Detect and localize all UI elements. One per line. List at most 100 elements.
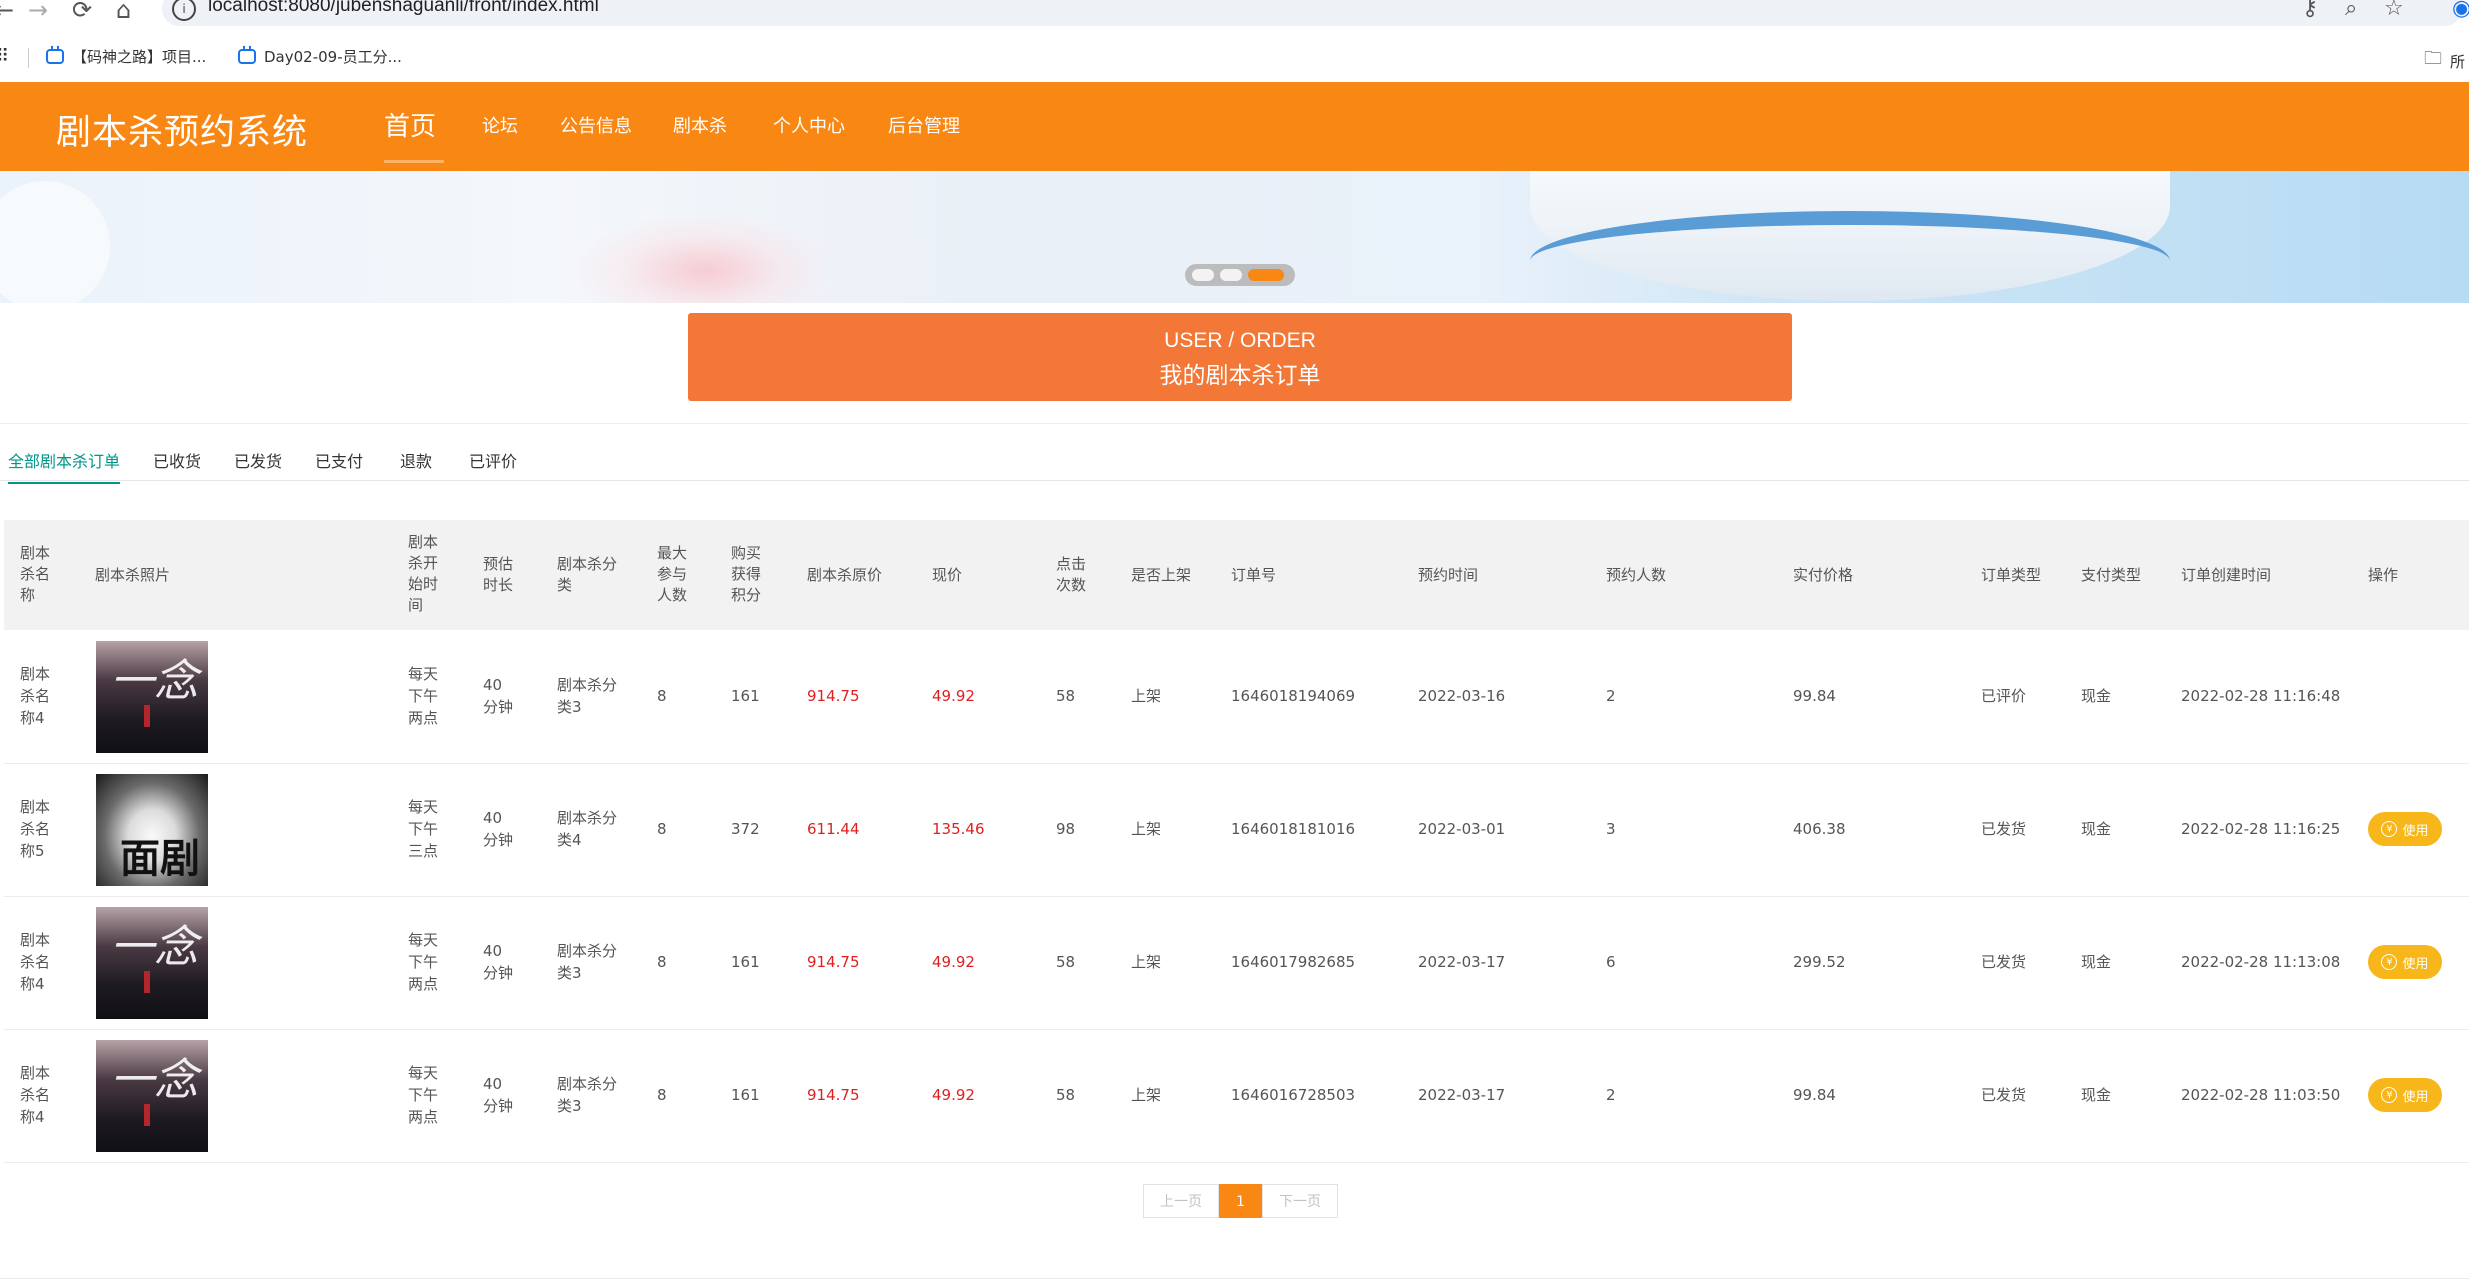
bookmark-1-label: 【码神之路】项目... (72, 48, 207, 66)
page-1-button[interactable]: 1 (1219, 1184, 1262, 1218)
zoom-icon[interactable]: ⌕ (2345, 0, 2357, 21)
carousel-indicators (1185, 264, 1295, 286)
cell-duration: 40分钟 (483, 942, 514, 982)
prev-page-button[interactable]: 上一页 (1143, 1184, 1219, 1218)
bookmark-2-label: Day02-09-员工分... (264, 48, 402, 66)
cell-order-no: 1646016728503 (1231, 1086, 1356, 1104)
bookmark-1[interactable]: 【码神之路】项目... (46, 46, 206, 67)
script-poster-image: 一念 (96, 907, 208, 1019)
bookmarks-bar: ⠿ 【码神之路】项目... Day02-09-员工分... 🗀 所 (0, 40, 2469, 76)
use-button[interactable]: ¥ 使用 (2368, 1078, 2442, 1112)
reload-icon[interactable]: ⟳ (72, 0, 92, 24)
browser-toolbar: ← → ⟳ ⌂ i localhost:8080/jubenshaguanli/… (0, 0, 2469, 31)
cell-reserve-time: 2022-03-17 (1418, 1086, 1506, 1104)
th-actions: 操作 (2368, 566, 2399, 584)
nav-personal-center[interactable]: 个人中心 (773, 112, 845, 138)
cell-start-time: 每天下午两点 (408, 665, 439, 727)
cell-paid: 406.38 (1793, 820, 1846, 838)
yen-icon: ¥ (2381, 1087, 2398, 1103)
back-arrow-icon[interactable]: ← (0, 0, 14, 24)
th-paid: 实付价格 (1793, 566, 1854, 584)
cell-name: 剧本杀名称4 (20, 1064, 51, 1126)
forward-arrow-icon[interactable]: → (28, 0, 48, 24)
th-created: 订单创建时间 (2181, 566, 2272, 584)
apps-grid-icon[interactable]: ⠿ (0, 46, 9, 67)
bookmark-folder[interactable]: 🗀 所 (2424, 46, 2465, 76)
home-icon[interactable]: ⌂ (116, 0, 131, 24)
th-clicks: 点击次数 (1056, 555, 1087, 594)
cell-duration: 40分钟 (483, 809, 514, 849)
nav-forum[interactable]: 论坛 (482, 112, 518, 138)
cell-created: 2022-02-28 11:13:08 (2181, 953, 2341, 971)
cell-pay-type: 现金 (2081, 820, 2112, 838)
carousel-dot-2[interactable] (1220, 269, 1242, 281)
th-order-type: 订单类型 (1981, 566, 2042, 584)
site-brand[interactable]: 剧本杀预约系统 (56, 104, 308, 155)
tab-shipped[interactable]: 已发货 (234, 448, 282, 482)
cell-created: 2022-02-28 11:03:50 (2181, 1086, 2341, 1104)
th-photo: 剧本杀照片 (95, 566, 171, 584)
use-button[interactable]: ¥ 使用 (2368, 812, 2442, 846)
cell-name: 剧本杀名称5 (20, 798, 51, 860)
tab-all-orders[interactable]: 全部剧本杀订单 (8, 448, 121, 484)
th-name: 剧本杀名称 (20, 544, 51, 604)
poster-seal (144, 1104, 150, 1126)
table-header: 剧本杀名称 剧本杀照片 剧本杀开始时间 预估时长 剧本杀分类 最大参与人数 购买… (4, 520, 2469, 630)
tab-paid[interactable]: 已支付 (315, 448, 363, 482)
cell-duration: 40分钟 (483, 676, 514, 716)
nav-admin[interactable]: 后台管理 (888, 112, 960, 138)
bookmark-folder-label: 所 (2450, 52, 2466, 71)
cell-orig-price: 914.75 (807, 687, 860, 705)
password-key-icon[interactable]: ⚷ (2302, 0, 2318, 21)
bookmark-2[interactable]: Day02-09-员工分... (238, 46, 402, 67)
cell-start-time: 每天下午两点 (408, 931, 439, 993)
th-pay-type: 支付类型 (2081, 566, 2142, 584)
cell-clicks: 58 (1056, 1086, 1076, 1104)
th-on-shelf: 是否上架 (1131, 566, 1192, 584)
order-tabs: 全部剧本杀订单 已收货 已发货 已支付 退款 已评价 (0, 440, 2469, 484)
poster-glyph: 一念 (110, 922, 198, 973)
cell-price: 49.92 (932, 953, 975, 971)
cell-reserve-time: 2022-03-17 (1418, 953, 1506, 971)
carousel-dot-1[interactable] (1192, 269, 1214, 281)
cell-category: 剧本杀分类3 (557, 1075, 618, 1115)
cell-points: 161 (731, 1086, 760, 1104)
nav-home[interactable]: 首页 (384, 106, 436, 143)
tab-received[interactable]: 已收货 (153, 448, 201, 482)
cell-points: 161 (731, 953, 760, 971)
use-button[interactable]: ¥ 使用 (2368, 945, 2442, 979)
bookmark-star-icon[interactable]: ☆ (2384, 0, 2404, 21)
script-poster-image: 一念 (96, 641, 208, 753)
poster-glyph: 一念 (110, 656, 198, 707)
cell-max-people: 8 (657, 820, 667, 838)
th-orig-price: 剧本杀原价 (807, 566, 883, 584)
cell-created: 2022-02-28 11:16:25 (2181, 820, 2341, 838)
nav-scripts[interactable]: 剧本杀 (673, 112, 727, 138)
profile-icon[interactable]: ◉ (2452, 0, 2469, 21)
cell-order-type: 已发货 (1981, 820, 2027, 838)
cell-people: 3 (1606, 820, 1616, 838)
url-text[interactable]: localhost:8080/jubenshaguanli/front/inde… (208, 0, 599, 17)
cell-category: 剧本杀分类3 (557, 676, 618, 716)
next-page-button[interactable]: 下一页 (1262, 1184, 1338, 1218)
bilibili-icon (46, 46, 64, 64)
order-title-bar: USER / ORDER 我的剧本杀订单 (688, 313, 1792, 401)
cell-order-type: 已发货 (1981, 1086, 2027, 1104)
cell-start-time: 每天下午三点 (408, 798, 439, 860)
carousel-dot-3[interactable] (1248, 269, 1284, 281)
cell-people: 2 (1606, 1086, 1616, 1104)
cell-duration: 40分钟 (483, 1075, 514, 1115)
footer-divider (0, 1278, 2469, 1279)
cell-order-no: 1646018181016 (1231, 820, 1356, 838)
poster-seal (144, 705, 150, 727)
nav-announcements[interactable]: 公告信息 (560, 112, 632, 138)
tab-reviewed[interactable]: 已评价 (469, 448, 517, 482)
cell-name: 剧本杀名称4 (20, 665, 51, 727)
poster-glyph: 面剧 (120, 835, 200, 882)
site-header: 剧本杀预约系统 首页 论坛 公告信息 剧本杀 个人中心 后台管理 (0, 82, 2469, 171)
tab-refund[interactable]: 退款 (400, 448, 432, 482)
th-max-people: 最大参与人数 (657, 544, 688, 604)
poster-glyph: 一念 (110, 1055, 198, 1106)
banner-carousel[interactable] (0, 171, 2469, 303)
cell-order-no: 1646018194069 (1231, 687, 1356, 705)
